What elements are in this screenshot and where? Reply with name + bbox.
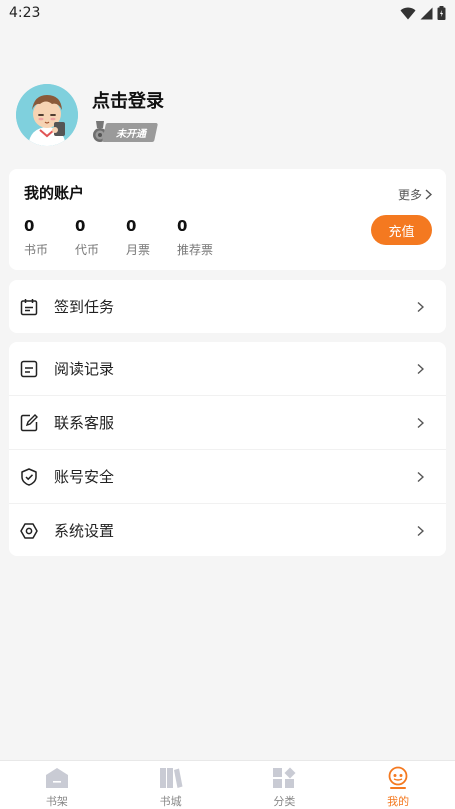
bookshelf-icon (45, 766, 69, 790)
menu-item-label: 签到任务 (54, 298, 115, 316)
menu-item-label: 账号安全 (54, 468, 115, 486)
customer-service-icon (19, 413, 39, 433)
tab-bookstore[interactable]: 书城 (114, 761, 228, 809)
tab-bookshelf[interactable]: 书架 (0, 761, 114, 809)
avatar[interactable] (16, 84, 78, 146)
profile-icon (386, 766, 410, 790)
chevron-right-icon (417, 301, 424, 312)
recharge-button[interactable]: 充值 (371, 215, 432, 245)
tab-label: 分类 (273, 795, 296, 808)
menu-item-label: 系统设置 (54, 522, 115, 540)
stat-label: 推荐票 (177, 243, 214, 257)
chevron-right-icon (417, 525, 424, 536)
status-bar: 4:23 (0, 0, 455, 26)
chevron-right-icon (417, 471, 424, 482)
vip-status: 未开通 (116, 128, 146, 140)
stat-value: 0 (126, 217, 137, 235)
signal-icon (420, 7, 433, 19)
account-card: 我的账户 更多 0 书币 0 代币 0 月票 0 推荐票 充值 (9, 169, 446, 270)
status-time: 4:23 (9, 5, 41, 21)
category-icon (272, 766, 296, 790)
vip-badge: 未开通 (92, 121, 164, 143)
menu-item-system-settings[interactable]: 系统设置 (9, 504, 446, 557)
settings-icon (19, 521, 39, 541)
chevron-right-icon (417, 363, 424, 374)
more-label: 更多 (397, 188, 422, 202)
chevron-right-icon (425, 189, 432, 200)
login-prompt[interactable]: 点击登录 (92, 87, 164, 113)
stat-recommend-tickets[interactable]: 0 推荐票 (177, 217, 228, 258)
menu-item-customer-service[interactable]: 联系客服 (9, 396, 446, 449)
tab-category[interactable]: 分类 (228, 761, 342, 809)
menu-item-label: 阅读记录 (54, 360, 115, 378)
calendar-icon (19, 297, 39, 317)
chevron-right-icon (417, 417, 424, 428)
tab-label: 书城 (159, 795, 182, 808)
stat-book-coins[interactable]: 0 书币 (24, 217, 75, 258)
stat-tokens[interactable]: 0 代币 (75, 217, 126, 258)
stat-label: 月票 (126, 243, 151, 257)
tab-profile[interactable]: 我的 (341, 761, 455, 809)
stat-label: 代币 (75, 243, 100, 257)
bottom-tab-bar: 书架 书城 分类 我的 (0, 760, 455, 809)
profile-header[interactable]: 点击登录 未开通 (16, 84, 164, 146)
stat-value: 0 (75, 217, 86, 235)
bookstore-icon (159, 766, 183, 790)
account-stats: 0 书币 0 代币 0 月票 0 推荐票 (24, 217, 228, 258)
avatar-illustration-icon (16, 84, 78, 146)
stat-label: 书币 (24, 243, 49, 257)
status-icons (400, 6, 446, 20)
wifi-icon (400, 7, 416, 19)
stat-monthly-tickets[interactable]: 0 月票 (126, 217, 177, 258)
menu-item-reading-record[interactable]: 阅读记录 (9, 342, 446, 395)
menu-item-checkin[interactable]: 签到任务 (9, 280, 446, 333)
reading-record-icon (19, 359, 39, 379)
stat-value: 0 (177, 217, 188, 235)
shield-icon (19, 467, 39, 487)
menu-item-label: 联系客服 (54, 414, 115, 432)
tab-label: 书架 (45, 795, 68, 808)
battery-icon (437, 6, 446, 20)
tab-label: 我的 (387, 795, 410, 808)
checkin-card: 签到任务 (9, 280, 446, 333)
more-link[interactable]: 更多 (398, 186, 432, 203)
settings-list-card: 阅读记录 联系客服 账号安全 系统设置 (9, 342, 446, 556)
stat-value: 0 (24, 217, 35, 235)
menu-item-account-security[interactable]: 账号安全 (9, 450, 446, 503)
account-title: 我的账户 (24, 184, 85, 202)
